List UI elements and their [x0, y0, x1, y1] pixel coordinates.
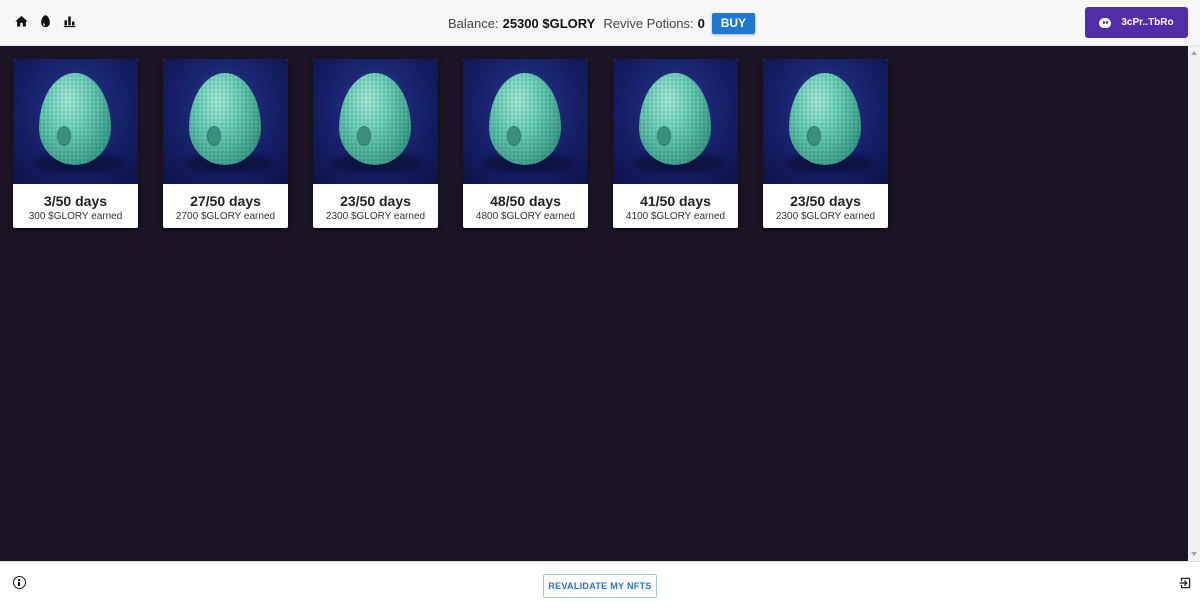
card-earned: 4800 $GLORY earned: [475, 211, 576, 222]
scrollbar[interactable]: [1188, 46, 1200, 561]
home-icon[interactable]: [13, 13, 29, 29]
card-days: 27/50 days: [190, 193, 261, 209]
card-body: 48/50 days 4800 $GLORY earned: [463, 184, 588, 228]
info-icon[interactable]: [13, 576, 26, 589]
egg-image: [763, 59, 888, 184]
card-days: 23/50 days: [340, 193, 411, 209]
card-earned: 2300 $GLORY earned: [775, 211, 876, 222]
potions-value: 0: [697, 15, 705, 31]
card-days: 3/50 days: [43, 193, 108, 209]
nft-card[interactable]: 23/50 days 2300 $GLORY earned: [763, 59, 888, 228]
card-earned: 2300 $GLORY earned: [325, 211, 426, 222]
top-bar: Balance: 25300 $GLORY Revive Potions: 0 …: [0, 0, 1200, 46]
nft-card[interactable]: 41/50 days 4100 $GLORY earned: [613, 59, 738, 228]
nav-icons: [13, 13, 77, 29]
card-grid: 3/50 days 300 $GLORY earned 27/50 days 2…: [13, 59, 888, 228]
card-body: 23/50 days 2300 $GLORY earned: [763, 184, 888, 228]
potions-label: Revive Potions:: [603, 15, 694, 31]
bottom-bar: REVALIDATE MY NFTS: [0, 561, 1200, 610]
nft-card[interactable]: 3/50 days 300 $GLORY earned: [13, 59, 138, 228]
egg-image: [463, 59, 588, 184]
egg-icon[interactable]: [37, 13, 53, 29]
card-days: 41/50 days: [640, 193, 711, 209]
nft-card[interactable]: 48/50 days 4800 $GLORY earned: [463, 59, 588, 228]
card-body: 27/50 days 2700 $GLORY earned: [163, 184, 288, 228]
revalidate-button[interactable]: REVALIDATE MY NFTS: [543, 574, 657, 598]
balance-label: Balance:: [448, 15, 499, 31]
nft-gallery: 3/50 days 300 $GLORY earned 27/50 days 2…: [0, 46, 1188, 561]
card-earned: 2700 $GLORY earned: [175, 211, 276, 222]
balance-value: 25300 $GLORY: [502, 15, 596, 31]
stats-icon[interactable]: [61, 13, 77, 29]
wallet-address: 3cPr..TbRo: [1121, 17, 1174, 28]
buy-button[interactable]: BUY: [711, 12, 755, 34]
card-earned: 300 $GLORY earned: [28, 211, 123, 222]
egg-image: [13, 59, 138, 184]
egg-image: [163, 59, 288, 184]
card-days: 23/50 days: [790, 193, 861, 209]
logout-icon[interactable]: [1178, 576, 1192, 590]
nft-card[interactable]: 23/50 days 2300 $GLORY earned: [313, 59, 438, 228]
scroll-up-icon[interactable]: [1191, 51, 1197, 55]
egg-image: [613, 59, 738, 184]
wallet-button[interactable]: 3cPr..TbRo: [1085, 7, 1188, 38]
balance-bar: Balance: 25300 $GLORY Revive Potions: 0 …: [448, 12, 755, 34]
nft-card[interactable]: 27/50 days 2700 $GLORY earned: [163, 59, 288, 228]
egg-image: [313, 59, 438, 184]
card-body: 41/50 days 4100 $GLORY earned: [613, 184, 738, 228]
card-body: 23/50 days 2300 $GLORY earned: [313, 184, 438, 228]
card-body: 3/50 days 300 $GLORY earned: [13, 184, 138, 228]
wallet-ghost-icon: [1099, 17, 1112, 28]
card-earned: 4100 $GLORY earned: [625, 211, 726, 222]
card-days: 48/50 days: [490, 193, 561, 209]
scroll-down-icon[interactable]: [1191, 552, 1197, 556]
